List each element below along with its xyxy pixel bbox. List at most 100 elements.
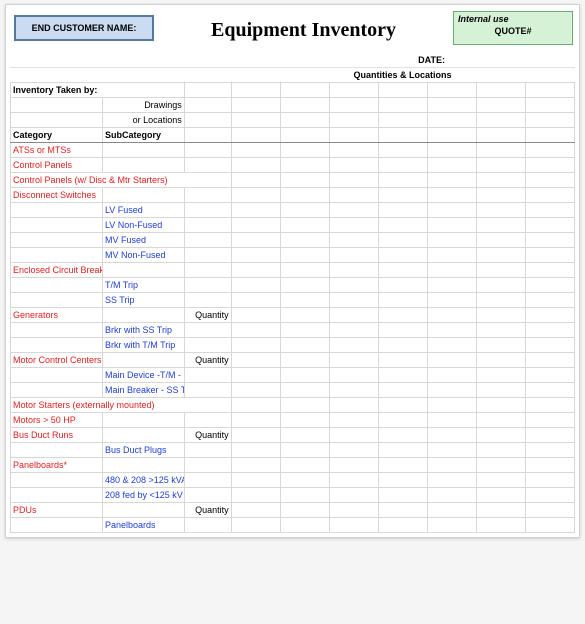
location-cell[interactable] bbox=[280, 158, 329, 173]
table-row[interactable]: Main Device -T/M - Fuses bbox=[11, 368, 575, 383]
quantity-cell[interactable] bbox=[184, 518, 231, 533]
subcategory-cell[interactable] bbox=[102, 143, 184, 158]
location-cell[interactable] bbox=[280, 443, 329, 458]
quantity-cell[interactable] bbox=[184, 473, 231, 488]
location-cell[interactable] bbox=[329, 293, 378, 308]
location-cell[interactable] bbox=[525, 518, 574, 533]
category-cell[interactable] bbox=[11, 293, 103, 308]
category-cell[interactable] bbox=[11, 473, 103, 488]
location-cell[interactable] bbox=[525, 353, 574, 368]
category-cell[interactable] bbox=[11, 233, 103, 248]
location-cell[interactable] bbox=[378, 233, 427, 248]
location-cell[interactable] bbox=[378, 308, 427, 323]
category-cell[interactable] bbox=[11, 488, 103, 503]
location-cell[interactable] bbox=[427, 188, 476, 203]
location-cell[interactable] bbox=[329, 368, 378, 383]
subcategory-cell[interactable]: LV Non-Fused bbox=[102, 218, 184, 233]
location-cell[interactable] bbox=[231, 443, 280, 458]
quantity-cell[interactable] bbox=[184, 188, 231, 203]
subcategory-cell[interactable] bbox=[102, 428, 184, 443]
table-row[interactable]: Enclosed Circuit Breakers bbox=[11, 263, 575, 278]
subcategory-cell[interactable]: MV Non-Fused bbox=[102, 248, 184, 263]
location-cell[interactable] bbox=[329, 308, 378, 323]
location-cell[interactable] bbox=[329, 263, 378, 278]
location-cell[interactable] bbox=[231, 518, 280, 533]
location-cell[interactable] bbox=[427, 428, 476, 443]
location-cell[interactable] bbox=[427, 203, 476, 218]
location-cell[interactable] bbox=[525, 248, 574, 263]
location-cell[interactable] bbox=[525, 308, 574, 323]
table-row[interactable]: LV Fused bbox=[11, 203, 575, 218]
end-customer-name-box[interactable]: END CUSTOMER NAME: bbox=[14, 15, 154, 41]
location-cell[interactable] bbox=[378, 503, 427, 518]
location-cell[interactable] bbox=[476, 338, 525, 353]
subcategory-cell[interactable]: 208 fed by <125 kV bbox=[102, 488, 184, 503]
category-cell[interactable]: Disconnect Switches bbox=[11, 188, 103, 203]
subcategory-cell[interactable]: LV Fused bbox=[102, 203, 184, 218]
location-cell[interactable] bbox=[231, 263, 280, 278]
location-cell[interactable] bbox=[231, 458, 280, 473]
subcategory-cell[interactable] bbox=[102, 308, 184, 323]
subcategory-cell[interactable]: T/M Trip bbox=[102, 278, 184, 293]
location-cell[interactable] bbox=[378, 353, 427, 368]
subcategory-cell[interactable] bbox=[102, 458, 184, 473]
location-cell[interactable] bbox=[378, 458, 427, 473]
category-cell[interactable]: Control Panels (w/ Disc & Mtr Starters) bbox=[11, 173, 232, 188]
category-cell[interactable] bbox=[11, 203, 103, 218]
category-cell[interactable] bbox=[11, 323, 103, 338]
location-cell[interactable] bbox=[476, 368, 525, 383]
location-cell[interactable] bbox=[280, 368, 329, 383]
subcategory-cell[interactable]: Bus Duct Plugs bbox=[102, 443, 184, 458]
location-cell[interactable] bbox=[427, 233, 476, 248]
location-cell[interactable] bbox=[280, 173, 329, 188]
subcategory-cell[interactable]: MV Fused bbox=[102, 233, 184, 248]
location-cell[interactable] bbox=[280, 278, 329, 293]
location-cell[interactable] bbox=[476, 398, 525, 413]
location-cell[interactable] bbox=[378, 323, 427, 338]
location-cell[interactable] bbox=[525, 293, 574, 308]
location-cell[interactable] bbox=[231, 368, 280, 383]
location-cell[interactable] bbox=[476, 428, 525, 443]
location-cell[interactable] bbox=[280, 203, 329, 218]
location-cell[interactable] bbox=[476, 518, 525, 533]
quantity-cell[interactable] bbox=[184, 158, 231, 173]
location-cell[interactable] bbox=[525, 428, 574, 443]
location-cell[interactable] bbox=[329, 428, 378, 443]
table-row[interactable]: PDUsQuantity bbox=[11, 503, 575, 518]
location-cell[interactable] bbox=[476, 323, 525, 338]
location-cell[interactable] bbox=[329, 203, 378, 218]
location-cell[interactable] bbox=[476, 248, 525, 263]
location-cell[interactable] bbox=[427, 218, 476, 233]
category-cell[interactable]: Motor Starters (externally mounted) bbox=[11, 398, 232, 413]
location-cell[interactable] bbox=[378, 518, 427, 533]
location-cell[interactable] bbox=[231, 503, 280, 518]
location-cell[interactable] bbox=[476, 473, 525, 488]
category-cell[interactable]: Enclosed Circuit Breakers bbox=[11, 263, 103, 278]
location-cell[interactable] bbox=[378, 443, 427, 458]
location-cell[interactable] bbox=[378, 173, 427, 188]
location-cell[interactable] bbox=[427, 173, 476, 188]
location-cell[interactable] bbox=[329, 353, 378, 368]
location-cell[interactable] bbox=[231, 218, 280, 233]
table-row[interactable]: GeneratorsQuantity bbox=[11, 308, 575, 323]
quantity-cell[interactable] bbox=[184, 368, 231, 383]
category-cell[interactable]: Bus Duct Runs bbox=[11, 428, 103, 443]
subcategory-cell[interactable] bbox=[102, 413, 184, 428]
location-cell[interactable] bbox=[476, 218, 525, 233]
category-cell[interactable] bbox=[11, 443, 103, 458]
location-cell[interactable] bbox=[329, 323, 378, 338]
location-cell[interactable] bbox=[476, 143, 525, 158]
location-cell[interactable] bbox=[231, 383, 280, 398]
location-cell[interactable] bbox=[427, 308, 476, 323]
subcategory-cell[interactable]: 480 & 208 >125 kVA bbox=[102, 473, 184, 488]
location-cell[interactable] bbox=[280, 263, 329, 278]
location-cell[interactable] bbox=[280, 323, 329, 338]
location-cell[interactable] bbox=[329, 173, 378, 188]
location-cell[interactable] bbox=[476, 158, 525, 173]
subcategory-cell[interactable] bbox=[102, 188, 184, 203]
location-cell[interactable] bbox=[231, 473, 280, 488]
quantity-cell[interactable] bbox=[184, 293, 231, 308]
subcategory-cell[interactable]: SS Trip bbox=[102, 293, 184, 308]
location-cell[interactable] bbox=[280, 503, 329, 518]
location-cell[interactable] bbox=[427, 383, 476, 398]
